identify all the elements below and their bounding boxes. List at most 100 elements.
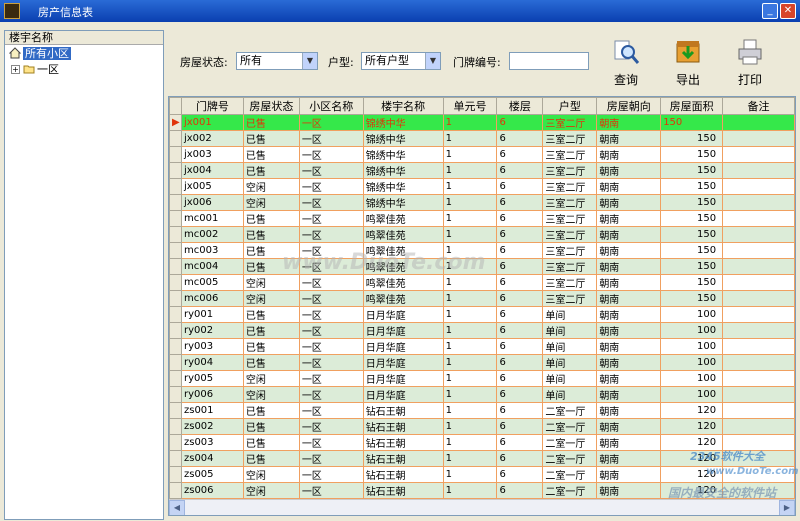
table-cell[interactable]: 6 [496, 434, 544, 451]
table-cell[interactable]: ry003 [180, 338, 244, 355]
scroll-left-icon[interactable]: ◀ [169, 500, 185, 515]
table-cell[interactable]: 6 [496, 338, 544, 355]
table-cell[interactable]: 已售 [242, 146, 300, 163]
table-cell[interactable]: 空闲 [242, 274, 300, 291]
table-cell[interactable]: 已售 [242, 418, 300, 435]
table-cell[interactable]: jx004 [180, 162, 244, 179]
table-cell[interactable]: 已售 [242, 434, 300, 451]
table-cell[interactable]: 6 [496, 482, 544, 499]
table-cell[interactable] [722, 130, 795, 147]
table-cell[interactable]: 100 [660, 386, 724, 403]
row-selector[interactable] [169, 178, 182, 195]
table-cell[interactable] [722, 258, 795, 275]
table-cell[interactable]: zs005 [180, 466, 244, 483]
table-cell[interactable]: 三室二厅 [542, 274, 598, 291]
row-selector[interactable] [169, 162, 182, 179]
table-cell[interactable]: 朝南 [596, 114, 662, 131]
table-cell[interactable]: 朝南 [596, 210, 662, 227]
status-select[interactable]: 所有 ▼ [236, 52, 318, 70]
row-selector[interactable] [169, 258, 182, 275]
row-selector[interactable] [169, 386, 182, 403]
type-select[interactable]: 所有户型 ▼ [361, 52, 441, 70]
table-cell[interactable]: 三室二厅 [542, 210, 598, 227]
table-row[interactable]: zs005 空闲 一区 钻石王朝 1 6 二室一厅 朝南 120 [169, 466, 795, 483]
table-cell[interactable]: mc006 [180, 290, 244, 307]
table-row[interactable]: ry003 已售 一区 日月华庭 1 6 单间 朝南 100 [169, 338, 795, 355]
table-row[interactable]: ry004 已售 一区 日月华庭 1 6 单间 朝南 100 [169, 354, 795, 371]
table-cell[interactable]: 三室二厅 [542, 178, 598, 195]
table-cell[interactable]: 鸣翠佳苑 [362, 274, 444, 291]
table-cell[interactable]: ry001 [180, 306, 244, 323]
table-cell[interactable]: 三室二厅 [542, 146, 598, 163]
table-cell[interactable]: 6 [496, 210, 544, 227]
table-cell[interactable]: 1 [442, 434, 498, 451]
table-cell[interactable]: 二室一厅 [542, 466, 598, 483]
table-cell[interactable]: 一区 [298, 194, 364, 211]
table-cell[interactable]: 钻石王朝 [362, 466, 444, 483]
table-cell[interactable]: 100 [660, 306, 724, 323]
table-row[interactable]: jx006 空闲 一区 锦绣中华 1 6 三室二厅 朝南 150 [169, 194, 795, 211]
row-selector[interactable] [169, 482, 182, 499]
minimize-button[interactable]: _ [762, 3, 778, 19]
table-cell[interactable]: 150 [660, 114, 724, 131]
table-cell[interactable] [722, 370, 795, 387]
table-cell[interactable] [722, 274, 795, 291]
tree-item-all-areas[interactable]: 所有小区 [9, 47, 71, 61]
table-cell[interactable]: 日月华庭 [362, 386, 444, 403]
table-cell[interactable]: 已售 [242, 210, 300, 227]
table-cell[interactable]: 1 [442, 210, 498, 227]
table-cell[interactable]: zs004 [180, 450, 244, 467]
table-cell[interactable]: 6 [496, 146, 544, 163]
table-row[interactable]: ▶ jx001 已售 一区 锦绣中华 1 6 三室二厅 朝南 150 [169, 114, 795, 131]
table-cell[interactable]: zs002 [180, 418, 244, 435]
table-cell[interactable]: 朝南 [596, 434, 662, 451]
table-cell[interactable]: 单间 [542, 370, 598, 387]
table-cell[interactable]: 一区 [298, 290, 364, 307]
row-selector[interactable]: ▶ [169, 114, 182, 131]
column-header[interactable]: 楼层 [496, 97, 544, 115]
row-selector[interactable] [169, 322, 182, 339]
table-cell[interactable]: 1 [442, 450, 498, 467]
table-cell[interactable] [722, 418, 795, 435]
table-cell[interactable]: 朝南 [596, 178, 662, 195]
table-cell[interactable]: jx001 [180, 114, 244, 131]
table-cell[interactable]: 已售 [242, 130, 300, 147]
table-cell[interactable]: 朝南 [596, 274, 662, 291]
table-cell[interactable]: zs001 [180, 402, 244, 419]
table-cell[interactable]: 一区 [298, 482, 364, 499]
table-cell[interactable]: 150 [660, 258, 724, 275]
table-cell[interactable]: 朝南 [596, 354, 662, 371]
table-cell[interactable]: mc004 [180, 258, 244, 275]
table-cell[interactable]: 已售 [242, 322, 300, 339]
column-header[interactable]: 小区名称 [298, 97, 364, 115]
table-cell[interactable]: 6 [496, 226, 544, 243]
table-cell[interactable]: 空闲 [242, 370, 300, 387]
table-cell[interactable] [722, 114, 795, 131]
table-cell[interactable]: 一区 [298, 386, 364, 403]
table-cell[interactable]: 1 [442, 290, 498, 307]
table-cell[interactable]: 6 [496, 290, 544, 307]
row-selector[interactable] [169, 210, 182, 227]
table-cell[interactable]: 一区 [298, 130, 364, 147]
table-cell[interactable]: 150 [660, 210, 724, 227]
table-cell[interactable]: 6 [496, 386, 544, 403]
table-cell[interactable]: 朝南 [596, 482, 662, 499]
table-cell[interactable]: ry004 [180, 354, 244, 371]
row-selector[interactable] [169, 338, 182, 355]
table-cell[interactable]: 6 [496, 450, 544, 467]
table-cell[interactable]: 1 [442, 178, 498, 195]
table-cell[interactable]: 6 [496, 274, 544, 291]
table-cell[interactable]: mc002 [180, 226, 244, 243]
table-cell[interactable]: 锦绣中华 [362, 194, 444, 211]
table-cell[interactable]: 朝南 [596, 242, 662, 259]
table-cell[interactable]: 1 [442, 386, 498, 403]
row-selector[interactable] [169, 130, 182, 147]
table-cell[interactable]: 朝南 [596, 194, 662, 211]
table-cell[interactable]: 已售 [242, 226, 300, 243]
table-cell[interactable]: 锦绣中华 [362, 178, 444, 195]
table-cell[interactable]: 空闲 [242, 466, 300, 483]
row-selector[interactable] [169, 146, 182, 163]
table-cell[interactable]: 150 [660, 194, 724, 211]
table-cell[interactable]: 一区 [298, 210, 364, 227]
table-cell[interactable]: 朝南 [596, 338, 662, 355]
